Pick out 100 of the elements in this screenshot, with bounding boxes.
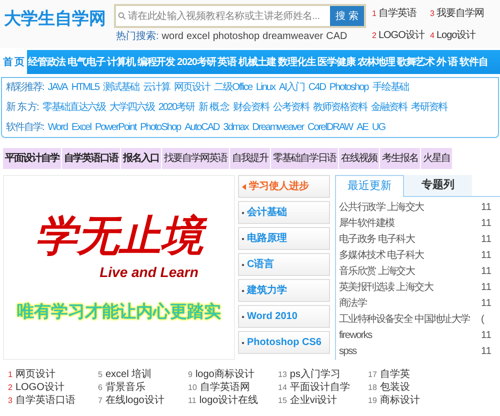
update-link[interactable]: 犀牛软件建模	[339, 216, 481, 231]
side-menu-item[interactable]: Photoshop CS6	[238, 331, 330, 354]
side-menu-item[interactable]: Word 2010	[238, 305, 330, 328]
recommend-link[interactable]: Dreamweaver	[252, 120, 304, 135]
update-tab[interactable]: 专题列	[404, 175, 472, 196]
side-menu-item[interactable]: 会计基础	[238, 201, 330, 224]
recommend-link[interactable]: Excel	[72, 120, 91, 135]
recommend-link[interactable]: UG	[372, 120, 385, 135]
top-link[interactable]: LOGO设计	[378, 28, 424, 43]
nav-tab[interactable]: 软件自	[458, 54, 489, 70]
nav-tab[interactable]: 编程开发	[136, 54, 176, 70]
update-link[interactable]: 工业特种设备安全 中国地址大学	[339, 312, 481, 327]
search-button[interactable]: 搜 索	[330, 6, 364, 26]
top-link[interactable]: 自学英语	[378, 6, 416, 21]
ranking-link[interactable]: ps入门学习	[290, 368, 340, 381]
site-logo[interactable]: 大学生自学网	[4, 8, 108, 30]
ranking-link[interactable]: logo商标设计	[195, 368, 254, 381]
recommend-link[interactable]: HTML5	[71, 80, 100, 96]
side-menu-item[interactable]: 学习使人进步	[238, 175, 330, 198]
tag-link[interactable]: 自学英语口语	[62, 148, 120, 169]
update-tab[interactable]: 最近更新	[336, 175, 404, 197]
search-field[interactable]: 请在此处输入视频教程名称或主讲老师姓名... 搜 索	[114, 4, 366, 28]
tag-link[interactable]: 找要自学网英语	[162, 148, 229, 169]
tag-link[interactable]: 自我提升	[230, 148, 270, 169]
recommend-link[interactable]: PowerPoint	[94, 120, 136, 135]
ranking-link[interactable]: 自学英	[380, 368, 410, 381]
recommend-link[interactable]: 教师资格资料	[313, 100, 368, 115]
ranking-link[interactable]: 商标设计	[380, 394, 420, 407]
recommend-link[interactable]: 公考资料	[273, 100, 310, 115]
recommend-link[interactable]: 云计算	[143, 80, 170, 96]
side-menu-item[interactable]: C语言	[238, 253, 330, 276]
tag-link[interactable]: 报名入口	[121, 148, 161, 169]
nav-tab[interactable]: 农林地理	[356, 54, 396, 70]
recommend-link[interactable]: 2020考研	[158, 100, 195, 115]
top-link[interactable]: 我要自学网	[436, 6, 484, 21]
side-menu-item[interactable]: 电路原理	[238, 227, 330, 250]
recommend-link[interactable]: AutoCAD	[184, 120, 220, 135]
update-link[interactable]: spss	[339, 344, 481, 359]
recommend-link[interactable]: AI入门	[278, 80, 304, 96]
ranking-link[interactable]: logo设计在线	[199, 394, 258, 407]
ranking-link[interactable]: 在线logo设计	[105, 394, 164, 407]
nav-tab[interactable]: 计算机	[106, 54, 136, 70]
recommend-link[interactable]: 新 概 念	[198, 100, 230, 115]
update-link[interactable]: 音乐欣赏 上海交大	[339, 264, 481, 279]
banner-slogan: 唯有学习才能让内心更踏实	[17, 301, 221, 324]
ranking-link[interactable]: 自学英语网	[200, 381, 250, 394]
update-link[interactable]: 多媒体技术 电子科大	[339, 248, 481, 263]
update-link[interactable]: 公共行政学 上海交大	[339, 200, 481, 215]
recommend-link[interactable]: 金融资料	[371, 100, 408, 115]
recommend-link[interactable]: 零基础直达六级	[42, 100, 106, 115]
recommend-link[interactable]: CorelDRAW	[308, 120, 353, 135]
nav-tab[interactable]: 首 页	[0, 50, 27, 74]
ranking-link[interactable]: 平面设计自学	[290, 381, 350, 394]
recommend-link[interactable]: 测试基础	[103, 80, 140, 96]
nav-tab[interactable]: 经管政法	[26, 54, 67, 70]
update-link[interactable]: 商法学	[339, 296, 481, 311]
nav-tab[interactable]: 医学健康	[316, 54, 356, 70]
nav-tab[interactable]: 2020考研	[176, 54, 217, 70]
recommend-link[interactable]: 大学四六级	[109, 100, 154, 115]
tag-link[interactable]: 考生报名	[380, 148, 420, 169]
hot-search-link[interactable]: excel	[186, 32, 210, 42]
recommend-link[interactable]: 3dmax	[223, 120, 248, 135]
recommend-link[interactable]: Linux	[256, 80, 275, 96]
recommend-link[interactable]: 二级Office	[214, 80, 252, 96]
tag-link[interactable]: 火星自	[421, 148, 452, 169]
ranking-link[interactable]: LOGO设计	[15, 381, 64, 394]
nav-tab[interactable]: 电气电子	[66, 54, 106, 70]
recommend-link[interactable]: JAVA	[48, 80, 68, 96]
recommend-link[interactable]: Word	[48, 120, 68, 135]
recommend-link[interactable]: Photoshop	[329, 80, 368, 96]
ranking-link[interactable]: 包装设	[380, 381, 410, 394]
update-link[interactable]: fireworks	[339, 328, 481, 343]
nav-tab[interactable]: 英语	[216, 54, 238, 70]
ranking-link[interactable]: 背景音乐	[105, 381, 146, 394]
top-link[interactable]: Logo设计	[436, 28, 476, 43]
recommend-link[interactable]: PhotoShop	[140, 120, 181, 135]
tag-link[interactable]: 零基础自学日语	[271, 148, 338, 169]
hot-search-link[interactable]: dreamweaver	[262, 32, 324, 42]
recommend-link[interactable]: 财会资料	[233, 100, 270, 115]
nav-tab[interactable]: 数理化生	[277, 54, 317, 70]
tag-link[interactable]: 平面设计自学	[3, 148, 61, 169]
ranking-link[interactable]: 自学英语口语	[15, 394, 76, 407]
hot-search-link[interactable]: photoshop	[212, 32, 260, 42]
hot-search-link[interactable]: CAD	[326, 32, 348, 42]
side-menu-item[interactable]: 建筑力学	[238, 279, 330, 302]
hot-search-link[interactable]: word	[162, 32, 184, 42]
recommend-link[interactable]: C4D	[308, 80, 326, 96]
tag-link[interactable]: 在线视频	[339, 148, 379, 169]
nav-tab[interactable]: 机械土建	[237, 54, 278, 70]
recommend-link[interactable]: 网页设计	[174, 80, 210, 96]
update-link[interactable]: 英美报刊选读 上海交大	[339, 280, 481, 295]
ranking-link[interactable]: 企业vi设计	[290, 394, 338, 407]
nav-tab[interactable]: 外 语	[436, 54, 459, 70]
recommend-link[interactable]: 手绘基础	[372, 80, 408, 96]
recommend-link[interactable]: 考研资料	[411, 100, 448, 115]
ranking-link[interactable]: excel 培训	[105, 368, 152, 381]
ranking-link[interactable]: 网页设计	[15, 368, 56, 381]
nav-tab[interactable]: 歌舞艺术	[396, 54, 436, 70]
recommend-link[interactable]: AE	[356, 120, 368, 135]
update-link[interactable]: 电子政务 电子科大	[339, 232, 481, 247]
